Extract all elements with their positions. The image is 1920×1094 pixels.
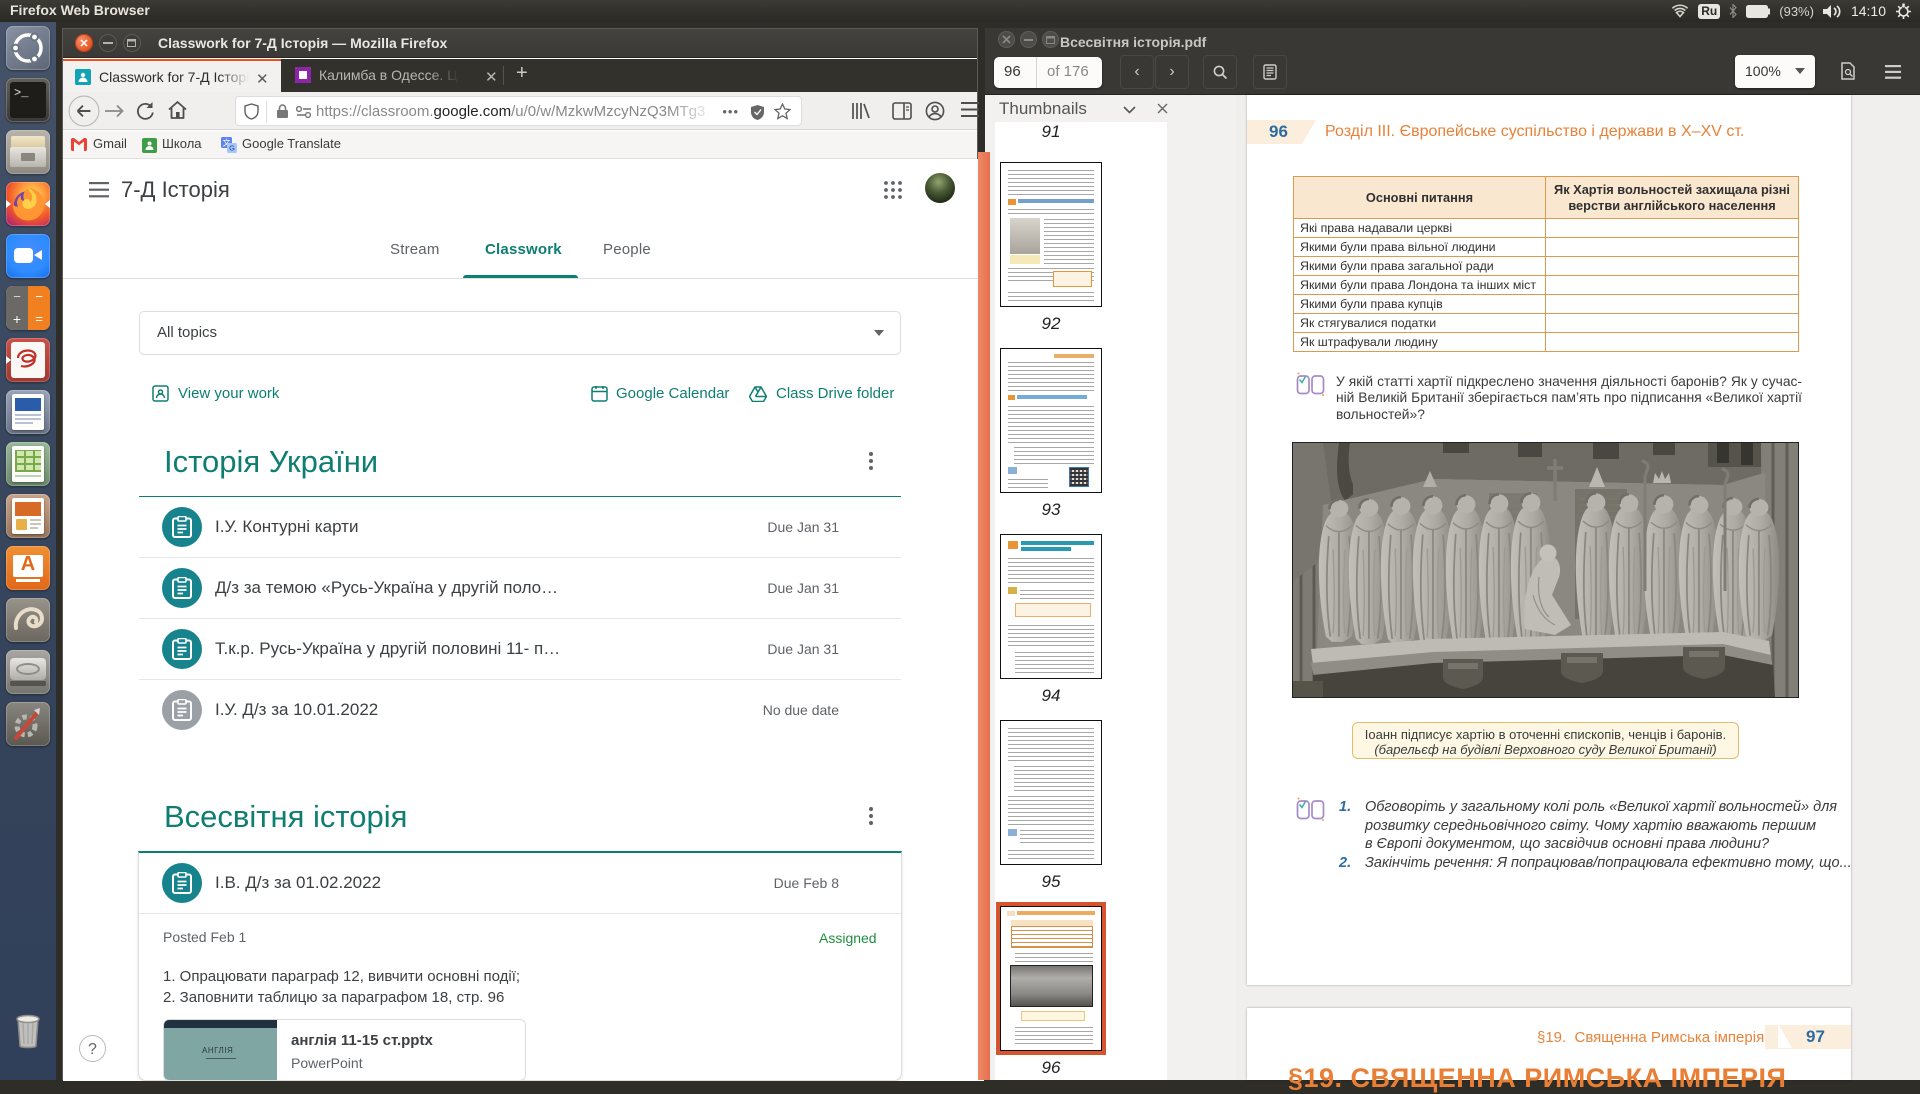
svg-text:G: G [229,144,235,153]
